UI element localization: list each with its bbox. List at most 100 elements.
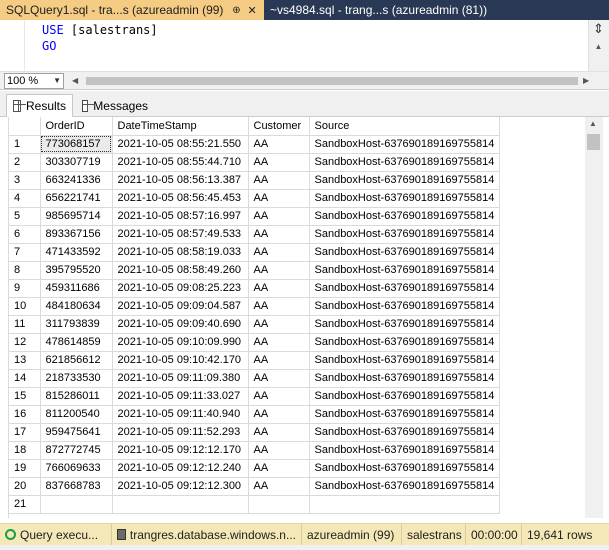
cell-rownum[interactable]: 3 xyxy=(9,171,41,190)
cell-datetimestamp[interactable]: 2021-10-05 09:11:52.293 xyxy=(112,423,249,442)
cell-datetimestamp[interactable]: 2021-10-05 09:11:09.380 xyxy=(112,369,249,388)
cell-datetimestamp[interactable]: 2021-10-05 09:11:33.027 xyxy=(112,387,249,406)
cell-datetimestamp[interactable]: 2021-10-05 09:09:04.587 xyxy=(112,297,249,316)
table-row[interactable]: 10 484180634 2021-10-05 09:09:04.587 AA Sand… xyxy=(9,297,500,316)
cell-customer[interactable]: AA xyxy=(248,207,310,226)
cell-datetimestamp[interactable]: 2021-10-05 09:09:40.690 xyxy=(112,315,249,334)
cell-source[interactable]: SandboxHost-637690189169755814 xyxy=(309,225,500,244)
cell-orderid[interactable] xyxy=(40,495,113,514)
split-icon[interactable]: ⇕ xyxy=(592,22,605,36)
cell-customer[interactable]: AA xyxy=(248,135,310,154)
cell-rownum[interactable]: 14 xyxy=(9,369,41,388)
cell-source[interactable]: SandboxHost-637690189169755814 xyxy=(309,207,500,226)
close-icon[interactable]: ✕ xyxy=(246,4,258,17)
cell-rownum[interactable]: 2 xyxy=(9,153,41,172)
results-grid[interactable]: OrderID DateTimeStamp Customer Source 17… xyxy=(8,117,585,518)
cell-customer[interactable]: AA xyxy=(248,153,310,172)
table-row[interactable]: 5 985695714 2021-10-05 08:57:16.997 AA Sandb… xyxy=(9,207,500,226)
cell-source[interactable]: SandboxHost-637690189169755814 xyxy=(309,333,500,352)
cell-source[interactable]: SandboxHost-637690189169755814 xyxy=(309,351,500,370)
pin-icon[interactable]: ⊕ xyxy=(231,4,243,16)
zoom-select[interactable]: 100 % ▼ xyxy=(4,73,64,89)
cell-datetimestamp[interactable]: 2021-10-05 08:55:21.550 xyxy=(112,135,249,154)
cell-rownum[interactable]: 6 xyxy=(9,225,41,244)
cell-source[interactable]: SandboxHost-637690189169755814 xyxy=(309,405,500,424)
cell-rownum[interactable]: 5 xyxy=(9,207,41,226)
tab-sqlquery1[interactable]: SQLQuery1.sql - tra...s (azureadmin (99)… xyxy=(0,0,264,20)
cell-customer[interactable]: AA xyxy=(248,351,310,370)
code-area[interactable]: USE [salestrans] GO xyxy=(42,22,158,54)
query-editor[interactable]: USE [salestrans] GO ⇕ ▲ xyxy=(0,20,609,72)
cell-customer[interactable]: AA xyxy=(248,279,310,298)
cell-source[interactable]: SandboxHost-637690189169755814 xyxy=(309,243,500,262)
cell-customer[interactable]: AA xyxy=(248,369,310,388)
cell-rownum[interactable]: 17 xyxy=(9,423,41,442)
cell-source[interactable]: SandboxHost-637690189169755814 xyxy=(309,459,500,478)
cell-rownum[interactable]: 16 xyxy=(9,405,41,424)
table-row[interactable]: 9 459311686 2021-10-05 09:08:25.223 AA Sandb… xyxy=(9,279,500,298)
cell-orderid[interactable]: 484180634 xyxy=(40,297,113,316)
cell-orderid[interactable]: 478614859 xyxy=(40,333,113,352)
table-row[interactable]: 1 773068157 2021-10-05 08:55:21.550 AA Sandb… xyxy=(9,135,500,154)
cell-datetimestamp[interactable]: 2021-10-05 08:58:49.260 xyxy=(112,261,249,280)
cell-customer[interactable]: AA xyxy=(248,171,310,190)
cell-rownum[interactable]: 11 xyxy=(9,315,41,334)
table-row[interactable]: 13 621856612 2021-10-05 09:10:42.170 AA Sand… xyxy=(9,351,500,370)
vertical-scroll-thumb[interactable] xyxy=(587,134,600,150)
table-row[interactable]: 2 303307719 2021-10-05 08:55:44.710 AA Sandb… xyxy=(9,153,500,172)
cell-rownum[interactable]: 4 xyxy=(9,189,41,208)
cell-source[interactable] xyxy=(309,495,500,514)
cell-orderid[interactable]: 663241336 xyxy=(40,171,113,190)
cell-datetimestamp[interactable] xyxy=(112,495,249,514)
cell-rownum[interactable]: 18 xyxy=(9,441,41,460)
cell-orderid[interactable]: 311793839 xyxy=(40,315,113,334)
cell-orderid[interactable]: 872772745 xyxy=(40,441,113,460)
cell-customer[interactable]: AA xyxy=(248,423,310,442)
cell-datetimestamp[interactable]: 2021-10-05 08:56:45.453 xyxy=(112,189,249,208)
column-header-rownum[interactable] xyxy=(9,117,41,136)
table-row[interactable]: 21 xyxy=(9,495,500,514)
cell-orderid[interactable]: 893367156 xyxy=(40,225,113,244)
tab-messages[interactable]: Messages xyxy=(76,94,154,117)
cell-source[interactable]: SandboxHost-637690189169755814 xyxy=(309,315,500,334)
cell-source[interactable]: SandboxHost-637690189169755814 xyxy=(309,261,500,280)
cell-orderid[interactable]: 471433592 xyxy=(40,243,113,262)
cell-orderid[interactable]: 959475641 xyxy=(40,423,113,442)
table-row[interactable]: 6 893367156 2021-10-05 08:57:49.533 AA Sandb… xyxy=(9,225,500,244)
cell-rownum[interactable]: 20 xyxy=(9,477,41,496)
cell-rownum[interactable]: 13 xyxy=(9,351,41,370)
cell-datetimestamp[interactable]: 2021-10-05 09:10:42.170 xyxy=(112,351,249,370)
cell-source[interactable]: SandboxHost-637690189169755814 xyxy=(309,189,500,208)
cell-rownum[interactable]: 7 xyxy=(9,243,41,262)
cell-rownum[interactable]: 21 xyxy=(9,495,41,514)
table-row[interactable]: 3 663241336 2021-10-05 08:56:13.387 AA Sandb… xyxy=(9,171,500,190)
cell-customer[interactable]: AA xyxy=(248,405,310,424)
scroll-up-icon[interactable]: ▲ xyxy=(589,119,597,128)
cell-customer[interactable]: AA xyxy=(248,243,310,262)
cell-customer[interactable]: AA xyxy=(248,333,310,352)
table-row[interactable]: 8 395795520 2021-10-05 08:58:49.260 AA Sandb… xyxy=(9,261,500,280)
table-row[interactable]: 15 815286011 2021-10-05 09:11:33.027 AA Sand… xyxy=(9,387,500,406)
cell-customer[interactable]: AA xyxy=(248,387,310,406)
cell-orderid[interactable]: 766069633 xyxy=(40,459,113,478)
cell-source[interactable]: SandboxHost-637690189169755814 xyxy=(309,279,500,298)
cell-customer[interactable]: AA xyxy=(248,225,310,244)
cell-source[interactable]: SandboxHost-637690189169755814 xyxy=(309,423,500,442)
cell-rownum[interactable]: 19 xyxy=(9,459,41,478)
column-header-datetimestamp[interactable]: DateTimeStamp xyxy=(112,117,249,136)
cell-customer[interactable] xyxy=(248,495,310,514)
cell-datetimestamp[interactable]: 2021-10-05 08:58:19.033 xyxy=(112,243,249,262)
cell-rownum[interactable]: 15 xyxy=(9,387,41,406)
table-row[interactable]: 7 471433592 2021-10-05 08:58:19.033 AA Sandb… xyxy=(9,243,500,262)
cell-source[interactable]: SandboxHost-637690189169755814 xyxy=(309,387,500,406)
column-header-orderid[interactable]: OrderID xyxy=(40,117,113,136)
cell-datetimestamp[interactable]: 2021-10-05 09:12:12.240 xyxy=(112,459,249,478)
cell-orderid[interactable]: 815286011 xyxy=(40,387,113,406)
cell-orderid[interactable]: 218733530 xyxy=(40,369,113,388)
cell-customer[interactable]: AA xyxy=(248,261,310,280)
tab-results[interactable]: Results xyxy=(6,94,73,117)
cell-source[interactable]: SandboxHost-637690189169755814 xyxy=(309,297,500,316)
table-row[interactable]: 20 837668783 2021-10-05 09:12:12.300 AA Sand… xyxy=(9,477,500,496)
cell-orderid[interactable]: 773068157 xyxy=(40,135,113,154)
cell-rownum[interactable]: 10 xyxy=(9,297,41,316)
